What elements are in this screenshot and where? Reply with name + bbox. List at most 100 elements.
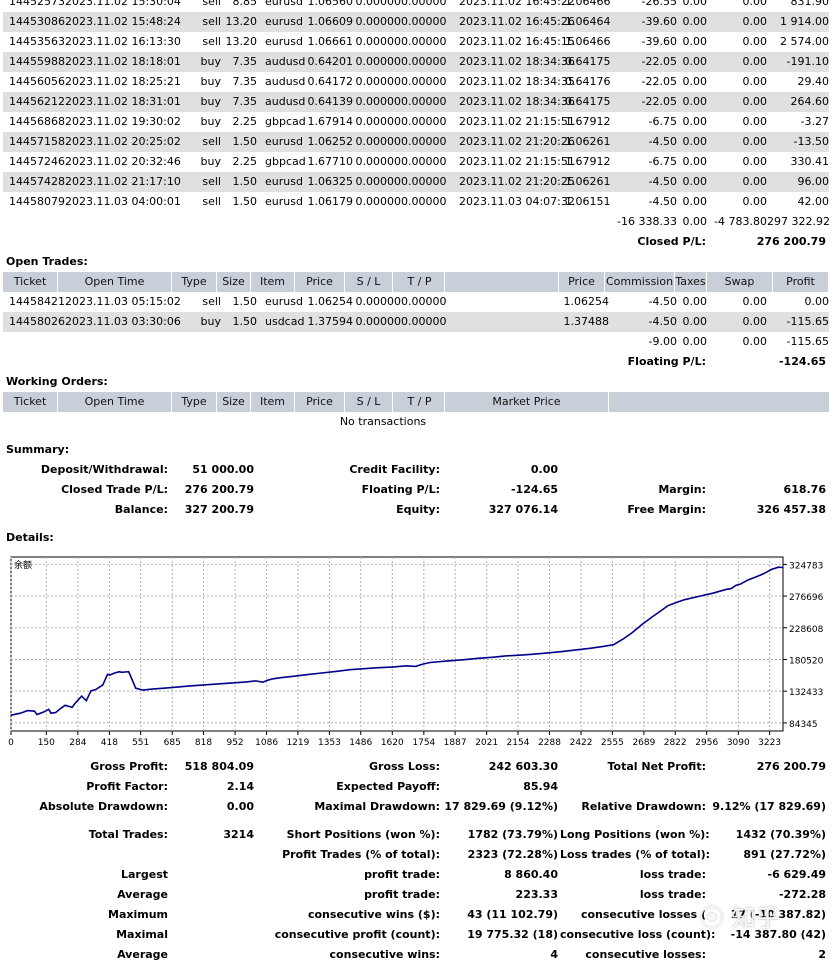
cell-taxes: 0.00	[682, 195, 708, 208]
cell-commission: -26.55	[641, 0, 677, 8]
cell-price: 0.64201	[307, 55, 354, 68]
cell-commission: -4.50	[648, 315, 677, 328]
y-tick-label: 132433	[789, 688, 823, 698]
cell-open-time: 2023.11.02 20:32:46	[65, 155, 181, 168]
stat-value: 276 200.79	[756, 760, 826, 773]
cell-price: 1.37488	[563, 315, 610, 328]
cell-item: audusd	[265, 55, 306, 68]
watermark-icon: ⦿	[700, 904, 724, 932]
stat-label: Loss trades (% of total):	[560, 848, 711, 861]
cell-open-time: 2023.11.03 03:30:06	[65, 315, 181, 328]
cell-ticket: 14456212	[9, 95, 65, 108]
stat-value: 3214	[223, 828, 254, 841]
cell-open-time: 2023.11.02 18:18:01	[65, 55, 181, 68]
stat-value: 2323 (72.28%)	[467, 848, 558, 861]
cell-tp: 0.00000	[401, 75, 447, 88]
cell-close-price: 1.06466	[565, 0, 611, 8]
summary-value: 0.00	[530, 463, 558, 476]
cell-close-price: 1.06464	[565, 15, 611, 28]
cell-ticket: 14457428	[9, 175, 65, 188]
stat-value	[170, 925, 254, 945]
cell-type: buy	[200, 95, 221, 108]
cell-profit: 42.00	[797, 195, 830, 208]
cell-swap: 0.00	[742, 135, 768, 148]
cell-type: sell	[202, 0, 221, 8]
closed-trades-totals: -16 338.33 0.00 -4 783.80 297 322.92	[3, 212, 830, 232]
cell-profit: 1 914.00	[780, 15, 829, 28]
summary-label: Deposit/Withdrawal:	[40, 463, 168, 476]
open-header-ticket: Ticket	[3, 272, 58, 292]
stat-label: Long Positions (won %):	[560, 828, 710, 841]
summary-value: 276 200.79	[184, 483, 254, 496]
cell-commission: -39.60	[641, 15, 677, 28]
cell-price: 1.06179	[307, 195, 354, 208]
summary-value: 618.76	[783, 483, 826, 496]
y-tick-label: 276696	[789, 593, 824, 603]
cell-type: buy	[200, 315, 221, 328]
stat-label: Average	[117, 888, 168, 901]
stat-label: Total Net Profit:	[607, 760, 707, 773]
cell-tp: 0.00000	[401, 195, 447, 208]
x-tick-label: 2555	[601, 738, 624, 748]
stat-value: 242 603.30	[488, 760, 558, 773]
cell-close-time: 2023.11.02 16:45:15	[459, 35, 575, 48]
cell-sl: 0.00000	[355, 55, 402, 68]
y-tick-label: 324783	[789, 561, 823, 571]
cell-open-time: 2023.11.02 15:30:04	[65, 0, 181, 8]
open-trades-title: Open Trades:	[6, 255, 88, 268]
cell-close-time: 2023.11.02 21:15:51	[459, 155, 575, 168]
cell-item: eurusd	[265, 295, 303, 308]
cell-profit: 831.90	[790, 0, 830, 8]
summary-label: Margin:	[658, 483, 706, 496]
details-title: Details:	[6, 531, 54, 544]
cell-taxes: 0.00	[682, 155, 708, 168]
x-tick-label: 2822	[664, 738, 687, 748]
cell-size: 2.25	[232, 115, 258, 128]
cell-profit: 264.60	[790, 95, 830, 108]
summary-label	[560, 460, 706, 480]
cell-item: eurusd	[265, 175, 303, 188]
stat-label: loss trade:	[639, 868, 706, 881]
stat-label: Maximum	[108, 908, 168, 921]
cell-close-time: 2023.11.02 18:34:35	[459, 75, 575, 88]
cell-swap: 0.00	[742, 155, 768, 168]
stat-label: profit trade:	[364, 888, 440, 901]
cell-size: 1.50	[232, 195, 258, 208]
y-tick-label: 180520	[789, 656, 824, 666]
x-tick-label: 2956	[695, 738, 718, 748]
stat-value: -6 629.49	[767, 868, 827, 881]
closed-pl-label: Closed P/L:	[637, 235, 706, 248]
x-tick-label: 0	[8, 738, 14, 748]
cell-open-time: 2023.11.02 18:31:01	[65, 95, 181, 108]
cell-tp: 0.00000	[401, 175, 447, 188]
cell-price: 1.06252	[307, 135, 354, 148]
cell-sl: 0.00000	[355, 15, 402, 28]
cell-ticket: 14458026	[9, 315, 65, 328]
x-tick-label: 1353	[318, 738, 341, 748]
stat-label: Profit Trades (% of total):	[282, 848, 440, 861]
balance-chart: 324783 276696 228608 180520 132433 84345 0 150 2…	[8, 553, 830, 749]
cell-ticket: 14456868	[9, 115, 65, 128]
x-tick-label: 1486	[349, 738, 372, 748]
working-header-col-2: Type	[172, 392, 217, 412]
cell-commission: -39.60	[641, 35, 677, 48]
cell-item: eurusd	[265, 0, 303, 8]
cell-open-time: 2023.11.02 21:17:10	[65, 175, 181, 188]
stat-label: profit trade:	[364, 868, 440, 881]
stat-value: 891 (27.72%)	[743, 848, 826, 861]
cell-open-time: 2023.11.02 20:25:02	[65, 135, 181, 148]
cell-close-time: 2023.11.02 16:45:22	[459, 0, 575, 8]
cell-profit: 330.41	[790, 155, 830, 168]
cell-close-price: 1.06261	[565, 175, 611, 188]
cell-sl: 0.00000	[355, 35, 402, 48]
cell-taxes: 0.00	[682, 75, 708, 88]
cell-tp: 0.00000	[401, 315, 447, 328]
cell-sl: 0.00000	[355, 175, 402, 188]
summary-value	[706, 460, 826, 480]
cell-item: gbpcad	[265, 115, 306, 128]
cell-close-price: 1.06261	[565, 135, 611, 148]
cell-sl: 0.00000	[355, 75, 402, 88]
open-header-profit: Profit	[773, 272, 829, 292]
cell-item: eurusd	[265, 15, 303, 28]
open-header-close-price: Price	[559, 272, 605, 292]
